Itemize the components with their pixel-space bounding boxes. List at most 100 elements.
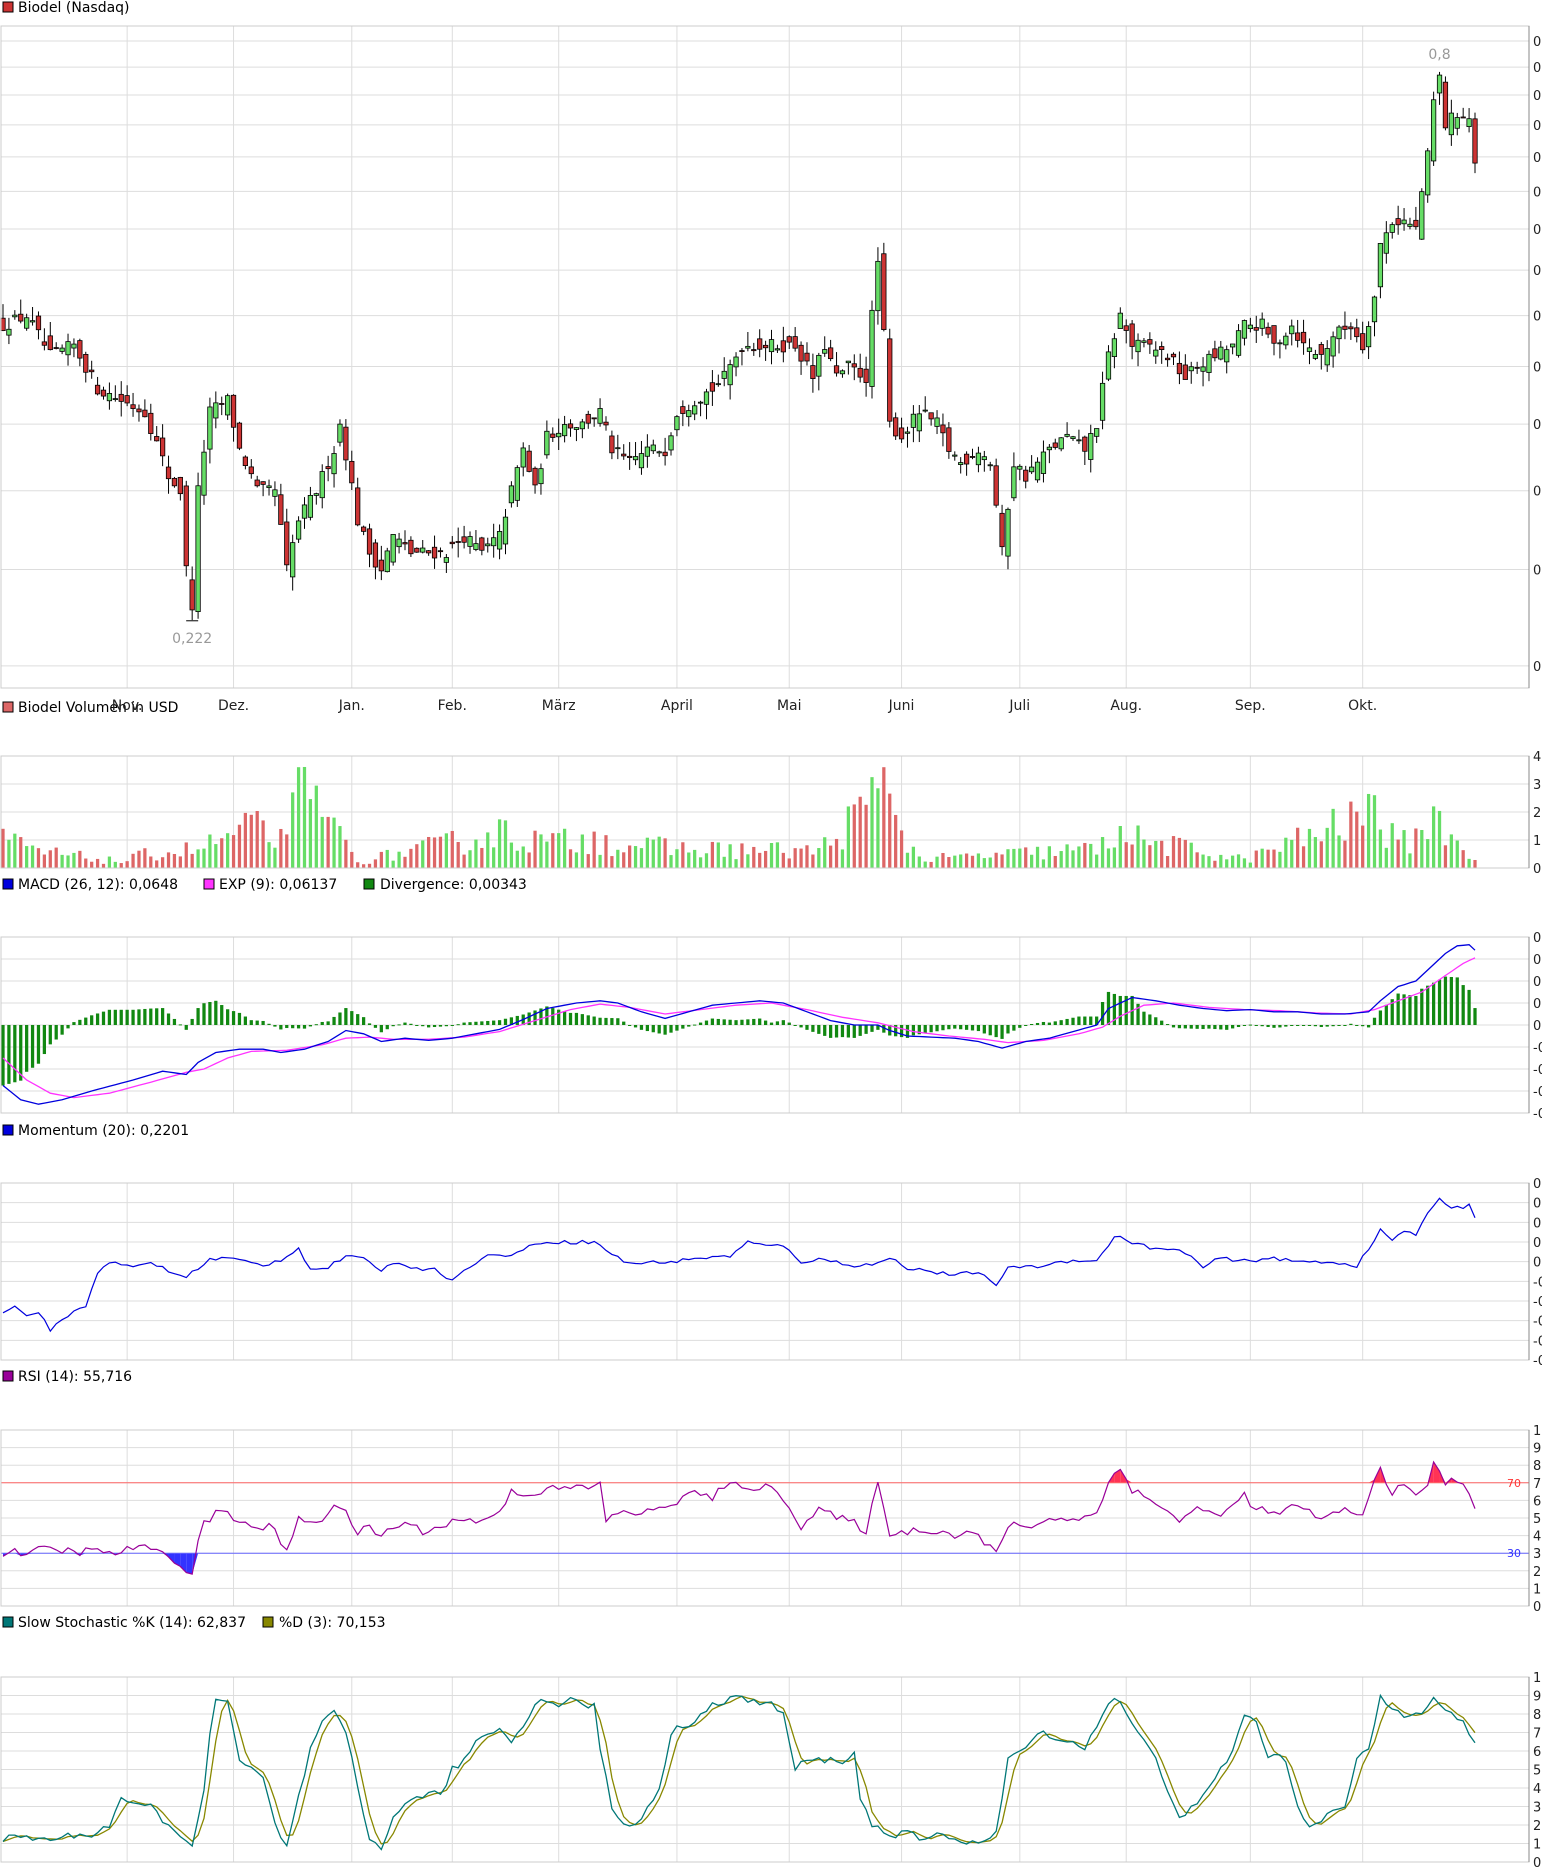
candle-body	[1005, 508, 1011, 557]
volume-bar	[645, 837, 649, 868]
divergence-bar	[1030, 1023, 1034, 1025]
volume-bar	[515, 850, 519, 868]
momentum-y-tick: 0,3	[1533, 1197, 1542, 1212]
volume-bar	[929, 861, 933, 868]
volume-bar	[1124, 842, 1128, 868]
candle-body	[1082, 436, 1088, 452]
volume-bar	[25, 846, 29, 868]
volume-bar	[740, 843, 744, 868]
volume-bar	[622, 852, 626, 868]
volume-bar	[1089, 843, 1093, 868]
divergence-bar	[66, 1025, 70, 1029]
volume-bar	[332, 817, 336, 868]
macd-y-tick: -0,02	[1533, 1041, 1542, 1056]
divergence-bar	[722, 1019, 726, 1025]
candle-body	[833, 365, 840, 374]
divergence-bar	[1443, 976, 1448, 1025]
divergence-bar	[864, 1025, 868, 1034]
candle-body	[272, 489, 278, 497]
candle-body	[112, 398, 118, 400]
candle-body	[1348, 326, 1354, 330]
candle-body	[1170, 353, 1177, 358]
candle-body	[1300, 331, 1307, 344]
candle-body	[313, 493, 319, 496]
candle-body	[1413, 219, 1419, 228]
candle-body	[692, 405, 698, 415]
volume-bar	[846, 806, 850, 868]
divergence-bar	[728, 1019, 732, 1025]
divergence-bar	[1467, 989, 1471, 1025]
candle-body	[201, 451, 207, 496]
candle-body	[810, 365, 816, 379]
divergence-bar	[344, 1008, 348, 1025]
divergence-bar	[628, 1025, 632, 1026]
candle-body	[230, 394, 237, 428]
volume-bar	[917, 856, 921, 868]
candle-body	[414, 547, 420, 553]
candle-body	[721, 370, 727, 379]
candle-body	[1365, 326, 1372, 348]
rsi-y-tick: 70	[1533, 1477, 1542, 1492]
month-label: Mai	[777, 698, 802, 714]
divergence-bar	[456, 1024, 460, 1026]
rsi-y-tick: 20	[1533, 1565, 1542, 1580]
divergence-bar	[1384, 1004, 1388, 1025]
candle-body	[881, 253, 887, 331]
divergence-bar	[846, 1025, 850, 1038]
divergence-bar	[1100, 1002, 1105, 1025]
volume-bar	[480, 847, 484, 868]
volume-bar	[876, 788, 880, 868]
divergence-bar	[1201, 1025, 1205, 1030]
divergence-bar	[911, 1025, 916, 1036]
divergence-bar	[769, 1022, 774, 1025]
candle-body	[1111, 338, 1118, 357]
volume-bar	[882, 767, 886, 868]
momentum-y-tick: -0,3	[1533, 1315, 1542, 1330]
volume-bar	[356, 862, 360, 868]
volume-bar	[1148, 845, 1152, 868]
divergence-bar	[113, 1009, 117, 1025]
candle-body	[1318, 344, 1324, 355]
macd-y-tick: 0,00	[1533, 1019, 1542, 1034]
candle-body	[1360, 333, 1366, 351]
candle-body	[958, 462, 964, 465]
candle-body	[47, 335, 53, 351]
divergence-bar	[763, 1020, 768, 1025]
volume-bar	[1343, 840, 1347, 868]
volume-bar	[935, 856, 939, 868]
divergence-bar	[633, 1025, 638, 1028]
volume-bar	[273, 847, 277, 868]
divergence-bar	[1065, 1018, 1069, 1025]
candle-body	[816, 354, 822, 377]
volume-bar	[267, 842, 271, 868]
macd-y-tick: 0,04	[1533, 975, 1542, 990]
divergence-bar	[397, 1024, 401, 1026]
divergence-bar	[243, 1016, 248, 1025]
candle-body	[585, 413, 591, 424]
volume-bar	[237, 824, 242, 868]
volume-bar	[947, 857, 951, 868]
divergence-bar	[1461, 985, 1465, 1025]
divergence-bar	[226, 1009, 230, 1025]
candle-body	[757, 338, 763, 350]
candle-body	[53, 347, 59, 349]
volume-bar	[1213, 860, 1217, 868]
volume-bar	[42, 854, 47, 868]
divergence-bar	[60, 1025, 64, 1035]
candle-body	[898, 427, 905, 440]
candle-body	[934, 417, 940, 427]
volume-bar	[509, 842, 514, 868]
candle-body	[325, 466, 331, 470]
divergence-bar	[1071, 1017, 1075, 1025]
candle-body	[1076, 439, 1082, 442]
volume-bar	[681, 842, 685, 868]
volume-bar	[1337, 835, 1341, 868]
month-label: Aug.	[1110, 698, 1142, 714]
candle-body	[733, 356, 739, 368]
momentum-y-tick: -0,2	[1533, 1295, 1542, 1310]
candle-body	[1023, 469, 1029, 482]
volume-bar	[633, 846, 638, 868]
volume-bar	[1372, 795, 1377, 868]
volume-bar	[143, 848, 147, 868]
volume-bar	[1154, 840, 1158, 868]
